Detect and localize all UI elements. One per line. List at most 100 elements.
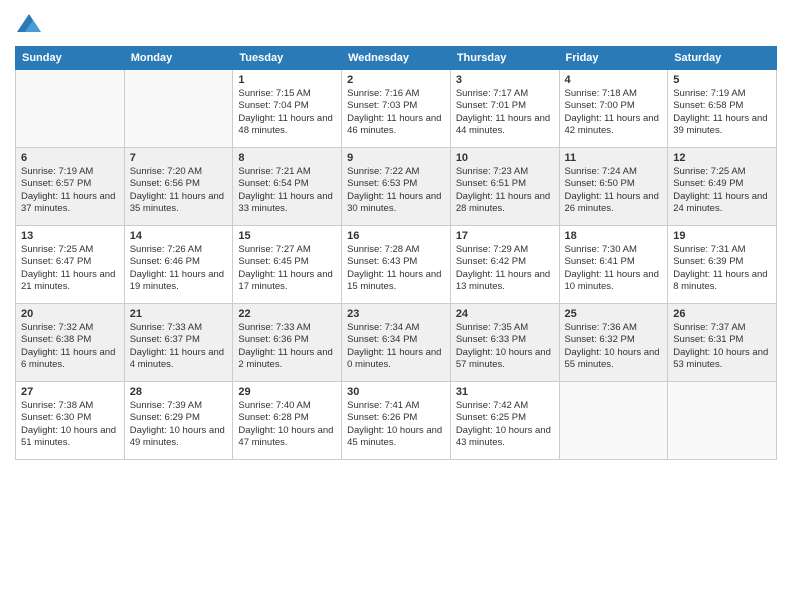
day-info: Sunrise: 7:34 AMSunset: 6:34 PMDaylight:… <box>347 322 445 371</box>
calendar-week-4: 20 Sunrise: 7:32 AMSunset: 6:38 PMDayligh… <box>16 304 777 382</box>
calendar-header-tuesday: Tuesday <box>233 47 342 70</box>
day-number: 22 <box>238 308 336 320</box>
day-info: Sunrise: 7:41 AMSunset: 6:26 PMDaylight:… <box>347 400 445 449</box>
day-info: Sunrise: 7:26 AMSunset: 6:46 PMDaylight:… <box>130 244 228 293</box>
calendar-header-friday: Friday <box>559 47 668 70</box>
calendar-header-monday: Monday <box>124 47 233 70</box>
day-number: 25 <box>565 308 663 320</box>
logo-icon <box>15 10 43 38</box>
day-number: 28 <box>130 386 228 398</box>
calendar-week-1: 1 Sunrise: 7:15 AMSunset: 7:04 PMDaylight… <box>16 70 777 148</box>
day-number: 16 <box>347 230 445 242</box>
calendar-cell: 24 Sunrise: 7:35 AMSunset: 6:33 PMDayligh… <box>450 304 559 382</box>
calendar-cell: 15 Sunrise: 7:27 AMSunset: 6:45 PMDayligh… <box>233 226 342 304</box>
header <box>15 10 777 38</box>
day-info: Sunrise: 7:25 AMSunset: 6:49 PMDaylight:… <box>673 166 771 215</box>
calendar-week-2: 6Sunrise: 7:19 AMSunset: 6:57 PMDaylight… <box>16 148 777 226</box>
calendar-header-saturday: Saturday <box>668 47 777 70</box>
day-number: 27 <box>21 386 119 398</box>
calendar-header-wednesday: Wednesday <box>342 47 451 70</box>
day-number: 18 <box>565 230 663 242</box>
calendar-cell: 27 Sunrise: 7:38 AMSunset: 6:30 PMDayligh… <box>16 382 125 460</box>
calendar-cell: 26 Sunrise: 7:37 AMSunset: 6:31 PMDayligh… <box>668 304 777 382</box>
day-number: 13 <box>21 230 119 242</box>
day-info: Sunrise: 7:37 AMSunset: 6:31 PMDaylight:… <box>673 322 771 371</box>
day-number: 17 <box>456 230 554 242</box>
day-info: Sunrise: 7:33 AMSunset: 6:37 PMDaylight:… <box>130 322 228 371</box>
day-number: 23 <box>347 308 445 320</box>
calendar-cell: 22 Sunrise: 7:33 AMSunset: 6:36 PMDayligh… <box>233 304 342 382</box>
calendar-cell <box>16 70 125 148</box>
calendar-cell: 16 Sunrise: 7:28 AMSunset: 6:43 PMDayligh… <box>342 226 451 304</box>
day-number: 19 <box>673 230 771 242</box>
calendar-cell <box>668 382 777 460</box>
day-info: Sunrise: 7:21 AMSunset: 6:54 PMDaylight:… <box>238 166 336 215</box>
calendar-cell: 3Sunrise: 7:17 AMSunset: 7:01 PMDaylight… <box>450 70 559 148</box>
calendar-cell: 7Sunrise: 7:20 AMSunset: 6:56 PMDaylight… <box>124 148 233 226</box>
calendar-header-sunday: Sunday <box>16 47 125 70</box>
calendar-cell: 2 Sunrise: 7:16 AMSunset: 7:03 PMDaylight… <box>342 70 451 148</box>
day-info: Sunrise: 7:30 AMSunset: 6:41 PMDaylight:… <box>565 244 663 293</box>
day-info: Sunrise: 7:27 AMSunset: 6:45 PMDaylight:… <box>238 244 336 293</box>
day-number: 24 <box>456 308 554 320</box>
day-number: 4 <box>565 74 663 86</box>
day-info: Sunrise: 7:33 AMSunset: 6:36 PMDaylight:… <box>238 322 336 371</box>
calendar-header-thursday: Thursday <box>450 47 559 70</box>
calendar-header-row: SundayMondayTuesdayWednesdayThursdayFrid… <box>16 47 777 70</box>
day-info: Sunrise: 7:20 AMSunset: 6:56 PMDaylight:… <box>130 166 228 215</box>
day-info: Sunrise: 7:39 AMSunset: 6:29 PMDaylight:… <box>130 400 228 449</box>
day-info: Sunrise: 7:17 AMSunset: 7:01 PMDaylight:… <box>456 88 554 137</box>
calendar-cell: 13 Sunrise: 7:25 AMSunset: 6:47 PMDayligh… <box>16 226 125 304</box>
day-number: 12 <box>673 152 771 164</box>
day-number: 1 <box>238 74 336 86</box>
day-info: Sunrise: 7:28 AMSunset: 6:43 PMDaylight:… <box>347 244 445 293</box>
calendar-cell: 25 Sunrise: 7:36 AMSunset: 6:32 PMDayligh… <box>559 304 668 382</box>
day-info: Sunrise: 7:31 AMSunset: 6:39 PMDaylight:… <box>673 244 771 293</box>
day-number: 9 <box>347 152 445 164</box>
calendar-cell: 20 Sunrise: 7:32 AMSunset: 6:38 PMDayligh… <box>16 304 125 382</box>
day-number: 29 <box>238 386 336 398</box>
day-number: 20 <box>21 308 119 320</box>
day-info: Sunrise: 7:24 AMSunset: 6:50 PMDaylight:… <box>565 166 663 215</box>
calendar-cell: 1 Sunrise: 7:15 AMSunset: 7:04 PMDaylight… <box>233 70 342 148</box>
day-number: 6 <box>21 152 119 164</box>
day-number: 2 <box>347 74 445 86</box>
calendar-cell: 4Sunrise: 7:18 AMSunset: 7:00 PMDaylight… <box>559 70 668 148</box>
day-info: Sunrise: 7:15 AMSunset: 7:04 PMDaylight:… <box>238 88 336 137</box>
calendar-cell: 10Sunrise: 7:23 AMSunset: 6:51 PMDayligh… <box>450 148 559 226</box>
day-info: Sunrise: 7:40 AMSunset: 6:28 PMDaylight:… <box>238 400 336 449</box>
calendar-cell: 9Sunrise: 7:22 AMSunset: 6:53 PMDaylight… <box>342 148 451 226</box>
calendar-cell: 28 Sunrise: 7:39 AMSunset: 6:29 PMDayligh… <box>124 382 233 460</box>
day-number: 30 <box>347 386 445 398</box>
day-info: Sunrise: 7:19 AMSunset: 6:58 PMDaylight:… <box>673 88 771 137</box>
calendar-week-5: 27 Sunrise: 7:38 AMSunset: 6:30 PMDayligh… <box>16 382 777 460</box>
day-info: Sunrise: 7:36 AMSunset: 6:32 PMDaylight:… <box>565 322 663 371</box>
day-info: Sunrise: 7:23 AMSunset: 6:51 PMDaylight:… <box>456 166 554 215</box>
calendar-cell: 12 Sunrise: 7:25 AMSunset: 6:49 PMDayligh… <box>668 148 777 226</box>
calendar-cell: 17 Sunrise: 7:29 AMSunset: 6:42 PMDayligh… <box>450 226 559 304</box>
day-number: 8 <box>238 152 336 164</box>
day-number: 26 <box>673 308 771 320</box>
day-info: Sunrise: 7:32 AMSunset: 6:38 PMDaylight:… <box>21 322 119 371</box>
calendar-cell: 21 Sunrise: 7:33 AMSunset: 6:37 PMDayligh… <box>124 304 233 382</box>
calendar-cell: 18 Sunrise: 7:30 AMSunset: 6:41 PMDayligh… <box>559 226 668 304</box>
calendar-cell: 8 Sunrise: 7:21 AMSunset: 6:54 PMDaylight… <box>233 148 342 226</box>
day-info: Sunrise: 7:35 AMSunset: 6:33 PMDaylight:… <box>456 322 554 371</box>
calendar: SundayMondayTuesdayWednesdayThursdayFrid… <box>15 46 777 460</box>
day-info: Sunrise: 7:29 AMSunset: 6:42 PMDaylight:… <box>456 244 554 293</box>
calendar-cell: 31Sunrise: 7:42 AMSunset: 6:25 PMDayligh… <box>450 382 559 460</box>
day-number: 11 <box>565 152 663 164</box>
day-info: Sunrise: 7:38 AMSunset: 6:30 PMDaylight:… <box>21 400 119 449</box>
calendar-cell <box>124 70 233 148</box>
day-number: 15 <box>238 230 336 242</box>
day-info: Sunrise: 7:16 AMSunset: 7:03 PMDaylight:… <box>347 88 445 137</box>
calendar-cell: 14 Sunrise: 7:26 AMSunset: 6:46 PMDayligh… <box>124 226 233 304</box>
day-number: 14 <box>130 230 228 242</box>
calendar-week-3: 13 Sunrise: 7:25 AMSunset: 6:47 PMDayligh… <box>16 226 777 304</box>
day-info: Sunrise: 7:42 AMSunset: 6:25 PMDaylight:… <box>456 400 554 449</box>
day-info: Sunrise: 7:25 AMSunset: 6:47 PMDaylight:… <box>21 244 119 293</box>
calendar-cell: 6Sunrise: 7:19 AMSunset: 6:57 PMDaylight… <box>16 148 125 226</box>
calendar-cell: 11 Sunrise: 7:24 AMSunset: 6:50 PMDayligh… <box>559 148 668 226</box>
calendar-cell: 30 Sunrise: 7:41 AMSunset: 6:26 PMDayligh… <box>342 382 451 460</box>
day-number: 21 <box>130 308 228 320</box>
